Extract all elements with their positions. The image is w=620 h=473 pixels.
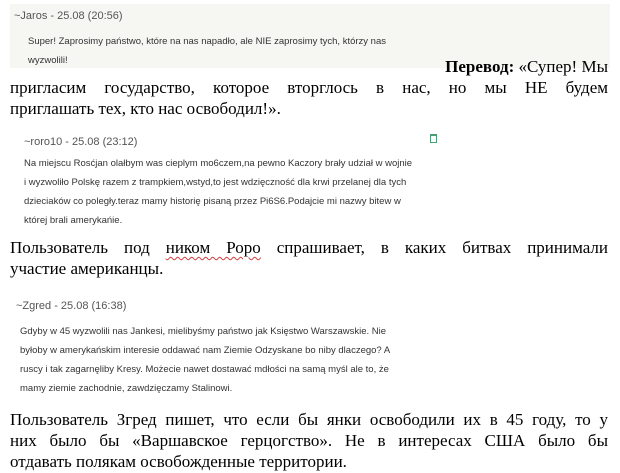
- comment-text-line: której brali amerykańie.: [24, 215, 123, 226]
- comment-text-line: ruscy i tak zagarnęliby Kresy. Możecie n…: [20, 364, 389, 375]
- translation-line: приглашать тех, кто нас освободил!».: [10, 99, 281, 118]
- translation-line: Пользователь Згред пишет, что если бы ян…: [10, 410, 608, 429]
- comment-body: Na miejscu Rosćjan olałbym was cieplym m…: [24, 154, 412, 230]
- comment-zgred: ~Zgred - 25.08 (16:38) Gdyby w 45 wyzwol…: [10, 294, 610, 404]
- translation-paragraph-2: Пользователь под ником Роро спрашивает, …: [10, 237, 608, 279]
- spellcheck-underlined-text: ником Роро: [165, 238, 261, 257]
- translation-line: отдавать полякам освобожденные территори…: [10, 452, 347, 471]
- trash-icon[interactable]: [430, 134, 437, 143]
- comment-author-line: ~Jaros - 25.08 (20:56): [14, 10, 123, 22]
- translation-line: пригласим государство, которое вторглось…: [10, 78, 608, 97]
- translation-line: Перевод: «Супер! Мы: [10, 56, 608, 77]
- comment-text-line: mamy ziemie zachodnie, zawdzięczamy Stal…: [20, 383, 233, 394]
- comment-body: Gdyby w 45 wyzwolili nas Jankesi, mielib…: [20, 322, 390, 398]
- translation-text: Пользователь под: [10, 238, 166, 257]
- comment-roro10: ~roro10 - 25.08 (23:12) Na miejscu Rosćj…: [10, 126, 606, 226]
- translation-paragraph-1: Перевод: «Супер! Мы пригласим государств…: [10, 56, 608, 119]
- translation-text: спрашивает, в каких битвах принимали: [260, 238, 609, 257]
- translation-paragraph-3: Пользователь Згред пишет, что если бы ян…: [10, 409, 608, 472]
- comment-text-line: Na miejscu Rosćjan olałbym was cieplym m…: [24, 158, 413, 169]
- comment-text-line: i wyzwoliło Polskę razem z trampkiem,wst…: [24, 177, 407, 188]
- comment-author-line: ~roro10 - 25.08 (23:12): [24, 136, 138, 148]
- comment-text-line: byłoby w amerykańskim interesie oddawać …: [20, 345, 391, 356]
- translation-line: участие американцы.: [10, 259, 164, 278]
- comment-author-line: ~Zgred - 25.08 (16:38): [16, 300, 127, 312]
- comment-text-line: Gdyby w 45 wyzwolili nas Jankesi, mielib…: [20, 326, 387, 337]
- comment-text-line: Super! Zaprosimy państwo, które na nas n…: [28, 36, 386, 47]
- translation-text: «Супер! Мы: [518, 57, 608, 76]
- translation-line: них было бы «Варшавское герцогство». Не …: [10, 431, 608, 450]
- translation-line: Пользователь под ником Роро спрашивает, …: [10, 237, 608, 258]
- comment-text-line: dzieciaków co poległy.teraz mamy histori…: [24, 196, 401, 207]
- translation-label: Перевод:: [445, 57, 515, 76]
